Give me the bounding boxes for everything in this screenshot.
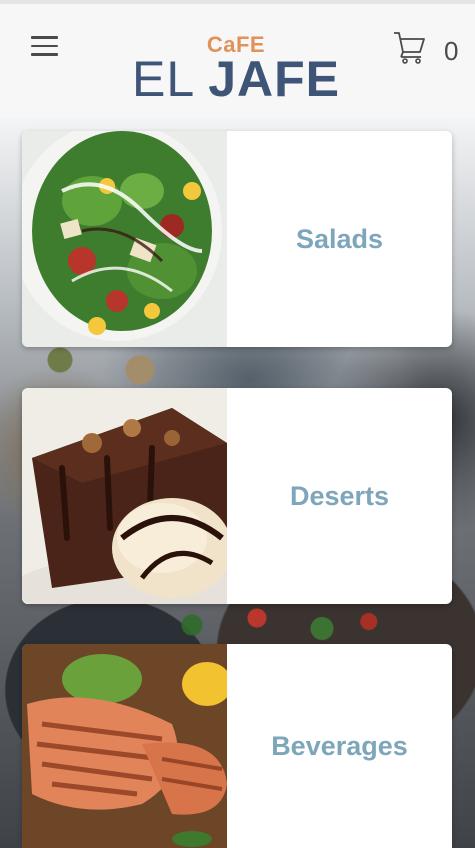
logo-main-text: EL JAFE xyxy=(126,50,346,108)
category-card-salads[interactable]: Salads xyxy=(22,131,452,347)
background-herbs xyxy=(0,340,200,390)
cafe-logo: CaFE EL JAFE xyxy=(126,32,346,107)
category-label: Salads xyxy=(295,223,384,254)
cart-count: 0 xyxy=(444,36,459,66)
category-card-beverages[interactable]: Beverages xyxy=(22,644,452,848)
category-label: Beverages xyxy=(271,730,408,761)
shopping-cart-icon xyxy=(394,32,425,64)
logo-main-bold: JAFE xyxy=(208,51,340,107)
app-header: CaFE EL JAFE 0 xyxy=(0,0,475,118)
category-label: Deserts xyxy=(289,480,390,511)
window-frame xyxy=(0,0,475,4)
cart-button[interactable]: 0 xyxy=(392,30,462,66)
logo-main-light: EL xyxy=(131,51,209,107)
chocolate-cake-photo xyxy=(22,388,227,604)
grilled-salmon-photo xyxy=(22,644,227,848)
salad-photo xyxy=(22,131,227,347)
hamburger-menu-icon[interactable] xyxy=(31,36,58,58)
category-card-deserts[interactable]: Deserts xyxy=(22,388,452,604)
